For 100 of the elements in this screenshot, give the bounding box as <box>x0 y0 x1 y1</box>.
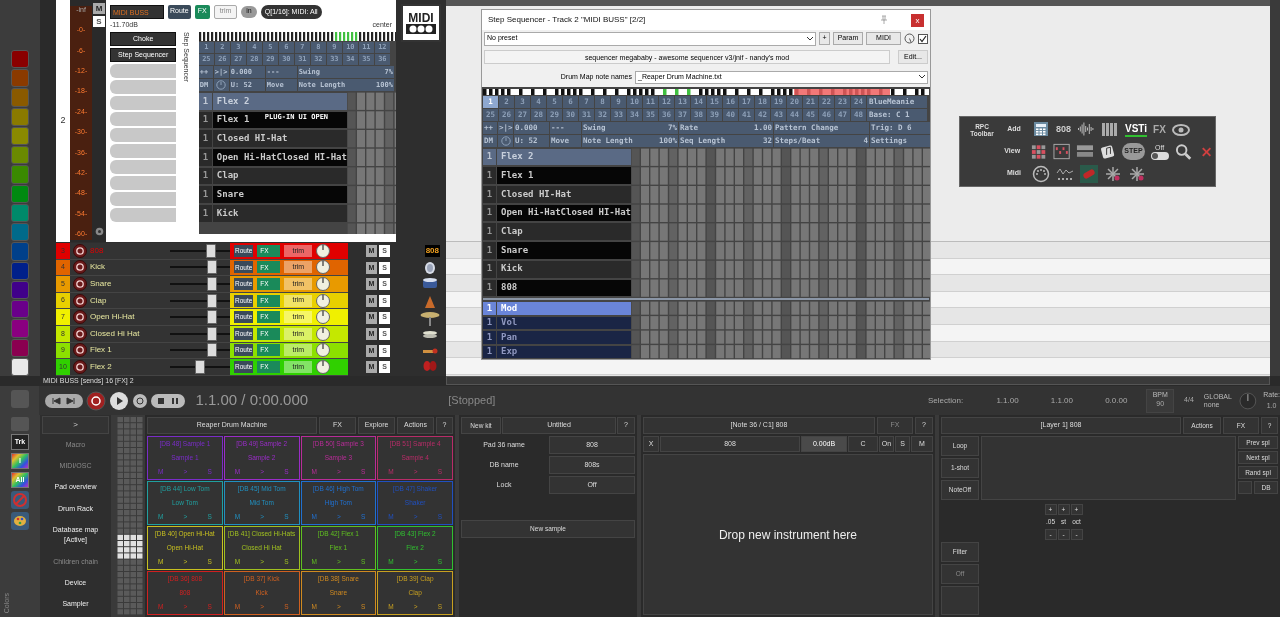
knob[interactable] <box>316 343 331 358</box>
record-arm-icon[interactable] <box>73 277 87 291</box>
burst-icon[interactable] <box>1128 164 1146 183</box>
horizontal-scrollbar[interactable] <box>446 376 1270 385</box>
volume-fader[interactable] <box>170 359 230 374</box>
waveform-icon[interactable] <box>1077 120 1096 139</box>
dial-icon[interactable] <box>904 33 915 44</box>
drum-row[interactable]: Snare <box>212 186 347 204</box>
bypass-checkbox[interactable] <box>918 33 928 44</box>
knob[interactable] <box>316 359 331 374</box>
color-swatch[interactable] <box>11 280 29 300</box>
knob[interactable] <box>316 277 331 291</box>
record-arm-icon[interactable] <box>73 243 87 258</box>
drum-row[interactable]: Open Hi-HatClosed HI-Hat <box>212 149 347 166</box>
color-swatch[interactable] <box>11 357 29 376</box>
clock-icon[interactable] <box>500 135 511 146</box>
channel-number: 1 <box>198 111 212 129</box>
mixer-icon[interactable] <box>1052 142 1070 161</box>
record-arm-icon[interactable] <box>73 293 87 308</box>
step-grid[interactable] <box>631 147 930 298</box>
knob[interactable] <box>316 326 331 341</box>
drum-row[interactable]: Flex 2 <box>212 93 347 110</box>
knob[interactable] <box>316 293 331 308</box>
drum-row[interactable]: 808 <box>497 279 631 297</box>
mute-button[interactable]: M <box>93 3 105 14</box>
collapse-button[interactable]: > <box>42 416 109 434</box>
drum-row[interactable]: Clap <box>497 223 631 241</box>
drum-row[interactable]: Snare <box>497 242 631 259</box>
color-swatch[interactable] <box>11 203 29 223</box>
drop-zone-hint: Drop new instrument here <box>718 526 858 544</box>
keyboard-strip[interactable] <box>198 32 396 41</box>
record-arm-icon[interactable] <box>73 326 87 341</box>
color-swatch[interactable] <box>11 338 29 357</box>
stop-pause-icon <box>151 393 186 408</box>
volume-fader[interactable] <box>170 260 230 275</box>
color-swatch[interactable] <box>11 146 29 165</box>
volume-fader[interactable] <box>170 326 230 341</box>
drum-row[interactable]: Flex 1 <box>497 167 631 185</box>
lane-row[interactable]: Exp <box>497 345 631 358</box>
color-swatch[interactable] <box>11 242 29 261</box>
add-fx-button[interactable]: FX <box>1153 122 1166 137</box>
color-swatch[interactable] <box>11 165 29 184</box>
record-arm-icon[interactable] <box>73 310 87 325</box>
knob[interactable] <box>316 260 331 275</box>
caret-icon <box>919 75 925 79</box>
volume-fader[interactable] <box>170 243 230 258</box>
transport-controls[interactable] <box>45 390 186 411</box>
lane-row[interactable]: Pan <box>497 331 631 344</box>
solo-button[interactable]: S <box>93 16 105 27</box>
color-swatch[interactable] <box>11 223 29 242</box>
drum-row[interactable]: Clap <box>212 167 347 185</box>
record-arm-icon[interactable] <box>73 359 87 374</box>
midi-logo: MIDI <box>401 4 441 42</box>
color-swatch[interactable] <box>11 261 29 280</box>
color-swatch[interactable] <box>11 300 29 319</box>
record-arm-icon[interactable] <box>73 343 87 358</box>
drum-row[interactable]: Closed HI-Hat <box>212 130 347 148</box>
drum-row[interactable]: Open Hi-HatClosed HI-Hat <box>497 204 631 222</box>
drum-row[interactable]: Flex 2 <box>497 148 631 166</box>
burst-icon[interactable] <box>1104 164 1122 183</box>
play-icon <box>109 390 130 411</box>
drum-row[interactable]: Kick <box>212 205 347 222</box>
volume-fader[interactable] <box>170 293 230 308</box>
track-lane[interactable] <box>446 358 1270 375</box>
record-icon <box>86 390 107 411</box>
lane-row[interactable]: Mod <box>497 302 631 315</box>
rate-knob[interactable] <box>1239 391 1258 410</box>
clock-icon[interactable] <box>216 80 227 90</box>
color-swatch[interactable] <box>11 319 29 338</box>
piano-keys-icon[interactable] <box>1101 120 1120 139</box>
pad-map-drawing[interactable] <box>117 417 143 615</box>
midi-port-icon[interactable] <box>1032 164 1050 183</box>
color-swatch[interactable] <box>11 69 29 88</box>
color-swatch[interactable] <box>11 126 29 146</box>
vertical-scrollbar[interactable] <box>1270 0 1280 376</box>
volume-fader[interactable] <box>170 343 230 358</box>
search-icon[interactable] <box>1174 142 1192 161</box>
volume-fader[interactable] <box>170 277 230 291</box>
lane-row[interactable]: Vol <box>497 316 631 329</box>
color-swatch[interactable] <box>11 184 29 203</box>
record-arm-icon[interactable] <box>73 260 87 275</box>
channel-number: 1 <box>198 93 212 110</box>
volume-fader[interactable] <box>170 310 230 325</box>
channel-number: 1 <box>483 345 496 358</box>
palette-icon[interactable] <box>11 512 29 530</box>
drum-row[interactable]: Kick <box>497 260 631 278</box>
color-swatch[interactable] <box>11 107 29 126</box>
color-swatch[interactable] <box>11 50 29 69</box>
color-swatch[interactable] <box>11 88 29 107</box>
drum-row[interactable]: Closed HI-Hat <box>497 186 631 203</box>
drum-machine-button[interactable]: 808 <box>1056 122 1072 137</box>
grid-icon[interactable] <box>1029 142 1047 161</box>
vsti-button[interactable]: VSTi <box>1125 122 1148 137</box>
close-button[interactable]: x <box>911 13 924 27</box>
channel-number: 1 <box>198 205 212 222</box>
step-grid[interactable] <box>346 92 396 234</box>
knob[interactable] <box>316 243 331 258</box>
calculator-icon[interactable] <box>1032 120 1050 139</box>
selection-value: 0.0.00 <box>1104 394 1129 407</box>
knob[interactable] <box>316 310 331 325</box>
